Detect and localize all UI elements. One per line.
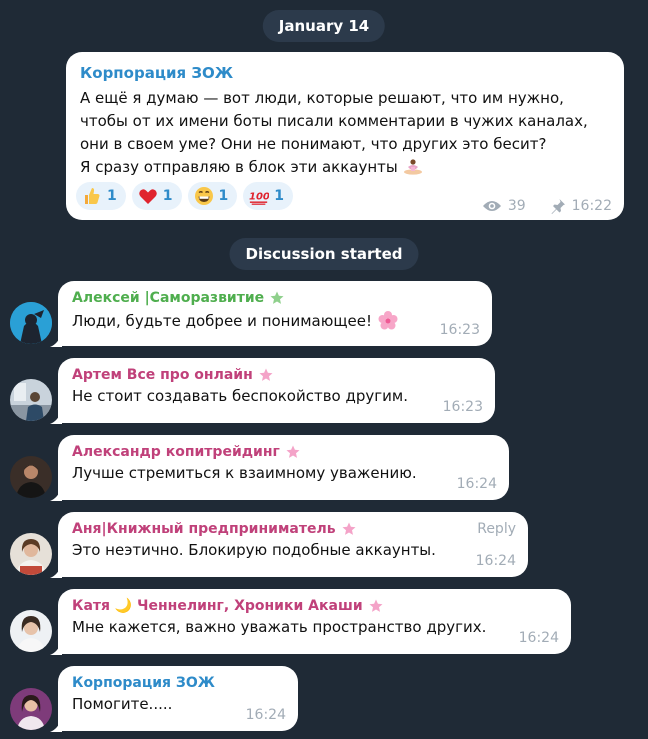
bubble-tail (50, 717, 62, 732)
comment-text: Это неэтично. Блокирую подобные аккаунты… (72, 541, 436, 559)
comment-bubble[interactable]: Корпорация ЗОЖ Помогите..... 16:24 (50, 666, 298, 732)
pin-icon (550, 198, 566, 214)
comment-author[interactable]: Корпорация ЗОЖ (72, 675, 286, 691)
post-author[interactable]: Корпорация ЗОЖ (80, 64, 610, 82)
discussion-started-label: Discussion started (229, 238, 419, 270)
reaction-thumbs-up[interactable]: 1 (76, 182, 126, 210)
bubble-tail (50, 640, 62, 655)
thumbs-up-icon (82, 186, 102, 206)
star-icon (259, 368, 273, 382)
comment-author-name: Корпорация ЗОЖ (72, 675, 215, 691)
star-icon (369, 599, 383, 613)
comment-author-name: Катя 🌙 Ченнелинг, Хроники Акаши (72, 598, 363, 614)
reaction-red-heart[interactable]: 1 (131, 182, 182, 210)
post-meta: 39 16:22 (482, 198, 612, 214)
reactions-bar: 1 1 1 100 1 (76, 182, 293, 210)
comment-author[interactable]: Александр копитрейдинг (72, 444, 497, 460)
comment-time: 16:23 (442, 399, 483, 415)
comment-bubble[interactable]: Алексей |Саморазвитие Люди, будьте добре… (50, 281, 492, 347)
comment-time: 16:24 (245, 707, 286, 723)
comment-author[interactable]: Аня|Книжный предприниматель (72, 521, 516, 537)
bubble-tail (50, 486, 62, 501)
comment-author-name: Алексей |Саморазвитие (72, 290, 265, 306)
post-text: А ещё я думаю — вот люди, которые решают… (80, 87, 610, 179)
comment-author[interactable]: Артем Все про онлайн (72, 367, 483, 383)
comment-text-body: Люди, будьте добрее и понимающее! (72, 312, 372, 330)
comment-bubble[interactable]: Артем Все про онлайн Не стоит создавать … (50, 358, 495, 424)
comment-author[interactable]: Алексей |Саморазвитие (72, 290, 480, 306)
grinning-face-icon (194, 186, 214, 206)
avatar[interactable] (10, 456, 52, 498)
avatar[interactable] (10, 533, 52, 575)
comment-text: Люди, будьте добрее и понимающее! (72, 310, 480, 330)
avatar[interactable] (10, 302, 52, 344)
comment-time: 16:24 (456, 476, 497, 492)
comment-author-name: Александр копитрейдинг (72, 444, 280, 460)
comment-bubble[interactable]: Катя 🌙 Ченнелинг, Хроники Акаши Мне каже… (50, 589, 571, 655)
bubble-tail (50, 563, 62, 578)
star-icon (286, 445, 300, 459)
comment-time: 16:24 (518, 630, 559, 646)
date-separator: January 14 (262, 10, 386, 42)
comment-bubble[interactable]: Александр копитрейдинг Лучше стремиться … (50, 435, 509, 501)
comment-text: Не стоит создавать беспокойство другим. (72, 387, 408, 405)
red-heart-icon (138, 186, 158, 206)
reaction-count: 1 (162, 188, 173, 204)
reaction-count: 1 (218, 188, 229, 204)
reaction-count: 1 (274, 188, 284, 204)
avatar[interactable] (10, 610, 52, 652)
reaction-hundred-points[interactable]: 100 1 (243, 182, 293, 210)
comment-text: Лучше стремиться к взаимному уважению. (72, 464, 417, 482)
comment-time: 16:24 (475, 553, 516, 569)
comment-bubble[interactable]: Аня|Книжный предприниматель Reply Это не… (50, 512, 528, 578)
star-icon (342, 522, 356, 536)
hundred-points-icon: 100 (249, 186, 269, 206)
svg-text:100: 100 (249, 192, 269, 203)
post-text-body: А ещё я думаю — вот люди, которые решают… (80, 89, 588, 176)
star-icon (270, 291, 284, 305)
comment-author-name: Аня|Книжный предприниматель (72, 521, 336, 537)
avatar[interactable] (10, 688, 52, 730)
avatar[interactable] (10, 379, 52, 421)
meditating-person-icon (403, 159, 423, 175)
post-time: 16:22 (571, 198, 612, 214)
reaction-count: 1 (107, 188, 117, 204)
reply-button[interactable]: Reply (477, 521, 516, 537)
comment-author[interactable]: Катя 🌙 Ченнелинг, Хроники Акаши (72, 598, 559, 614)
comment-text: Мне кажется, важно уважать пространство … (72, 618, 487, 636)
cherry-blossom-icon (377, 311, 399, 330)
chat-view: January 14 Корпорация ЗОЖ А ещё я думаю … (0, 0, 648, 739)
comment-author-name: Артем Все про онлайн (72, 367, 253, 383)
eye-icon (482, 199, 502, 213)
comment-time: 16:23 (439, 322, 480, 338)
view-count: 39 (507, 198, 526, 214)
bubble-tail (50, 332, 62, 347)
bubble-tail (50, 409, 62, 424)
channel-post[interactable]: Корпорация ЗОЖ А ещё я думаю — вот люди,… (66, 52, 624, 220)
reaction-grinning-face[interactable]: 1 (187, 182, 238, 210)
